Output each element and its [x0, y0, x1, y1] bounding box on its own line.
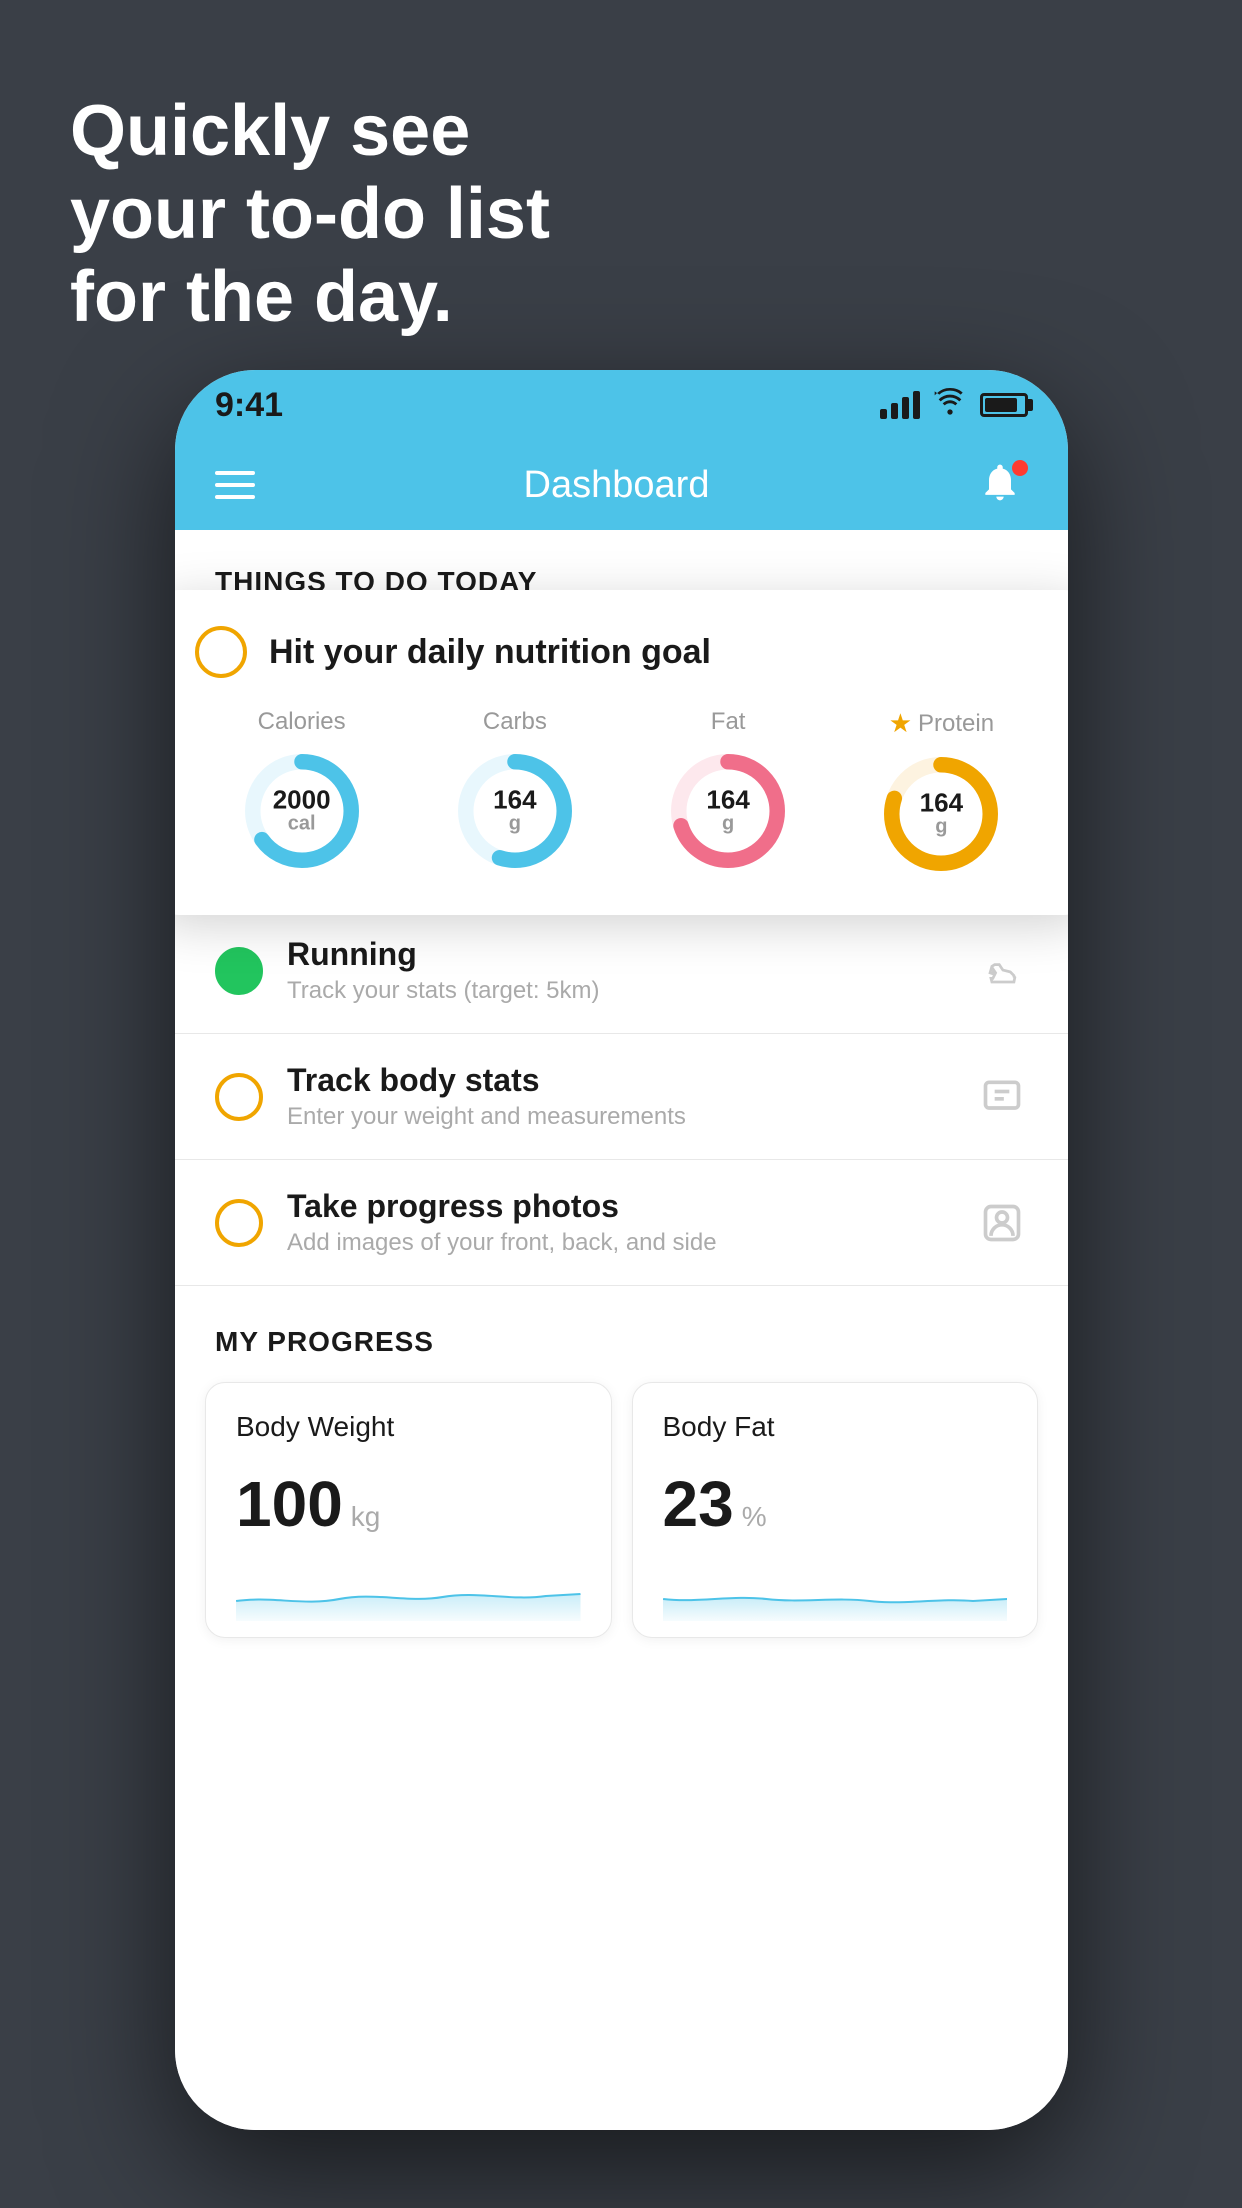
- running-checkbox[interactable]: [215, 947, 263, 995]
- protein-label: Protein: [918, 710, 994, 738]
- body-weight-value: 100: [236, 1467, 343, 1541]
- running-desc: Track your stats (target: 5km): [287, 977, 952, 1005]
- body-weight-unit: kg: [351, 1501, 381, 1533]
- todo-list: Running Track your stats (target: 5km) T…: [175, 908, 1068, 1286]
- headline-line1: Quickly see: [70, 90, 550, 173]
- nutrition-fat: Fat 164 g: [663, 708, 793, 879]
- shoe-icon: [976, 945, 1028, 997]
- carbs-label: Carbs: [483, 708, 547, 736]
- body-weight-card[interactable]: Body Weight 100 kg: [205, 1382, 612, 1638]
- nutrition-card-title: Hit your daily nutrition goal: [269, 633, 711, 672]
- star-icon: ★: [889, 708, 912, 739]
- progress-cards: Body Weight 100 kg: [205, 1382, 1038, 1638]
- body-stats-checkbox[interactable]: [215, 1073, 263, 1121]
- progress-title: MY PROGRESS: [205, 1326, 1038, 1358]
- body-stats-name: Track body stats: [287, 1062, 952, 1099]
- body-fat-chart: [663, 1561, 1008, 1621]
- nutrition-card: Hit your daily nutrition goal Calories 2…: [175, 590, 1068, 915]
- wifi-icon: [934, 388, 966, 423]
- body-weight-chart: [236, 1561, 581, 1621]
- nutrition-calories: Calories 2000 cal: [237, 708, 367, 879]
- fat-label: Fat: [711, 708, 746, 736]
- todo-item-body-stats[interactable]: Track body stats Enter your weight and m…: [175, 1034, 1068, 1160]
- nutrition-protein: ★ Protein 164 g: [876, 708, 1006, 879]
- carbs-donut: 164 g: [450, 746, 580, 876]
- progress-section: MY PROGRESS Body Weight 100 kg: [175, 1326, 1068, 1638]
- nav-bar: Dashboard: [175, 440, 1068, 530]
- signal-icon: [880, 391, 920, 419]
- notification-dot: [1012, 460, 1028, 476]
- nutrition-circles: Calories 2000 cal Carbs: [195, 708, 1048, 879]
- calories-label: Calories: [258, 708, 346, 736]
- scale-icon: [976, 1071, 1028, 1123]
- headline-line2: your to-do list: [70, 173, 550, 256]
- todo-item-running[interactable]: Running Track your stats (target: 5km): [175, 908, 1068, 1034]
- protein-donut: 164 g: [876, 749, 1006, 879]
- body-fat-card-title: Body Fat: [663, 1411, 1008, 1443]
- todo-item-photos[interactable]: Take progress photos Add images of your …: [175, 1160, 1068, 1286]
- body-fat-value: 23: [663, 1467, 734, 1541]
- main-content: THINGS TO DO TODAY Hit your daily nutrit…: [175, 530, 1068, 2130]
- notification-bell-icon[interactable]: [978, 460, 1028, 510]
- photos-desc: Add images of your front, back, and side: [287, 1229, 952, 1257]
- running-name: Running: [287, 936, 952, 973]
- body-fat-card[interactable]: Body Fat 23 %: [632, 1382, 1039, 1638]
- body-fat-unit: %: [742, 1501, 767, 1533]
- status-time: 9:41: [215, 386, 283, 425]
- battery-icon: [980, 393, 1028, 417]
- body-stats-desc: Enter your weight and measurements: [287, 1103, 952, 1131]
- calories-donut: 2000 cal: [237, 746, 367, 876]
- headline-line3: for the day.: [70, 256, 550, 339]
- page-headline: Quickly see your to-do list for the day.: [70, 90, 550, 338]
- photos-checkbox[interactable]: [215, 1199, 263, 1247]
- status-bar: 9:41: [175, 370, 1068, 440]
- photos-name: Take progress photos: [287, 1188, 952, 1225]
- nav-title: Dashboard: [524, 464, 710, 507]
- person-icon: [976, 1197, 1028, 1249]
- status-icons: [880, 388, 1028, 423]
- fat-donut: 164 g: [663, 746, 793, 876]
- nutrition-checkbox[interactable]: [195, 626, 247, 678]
- body-weight-card-title: Body Weight: [236, 1411, 581, 1443]
- phone-frame: 9:41 Dashboard: [175, 370, 1068, 2130]
- hamburger-menu[interactable]: [215, 471, 255, 499]
- nutrition-carbs: Carbs 164 g: [450, 708, 580, 879]
